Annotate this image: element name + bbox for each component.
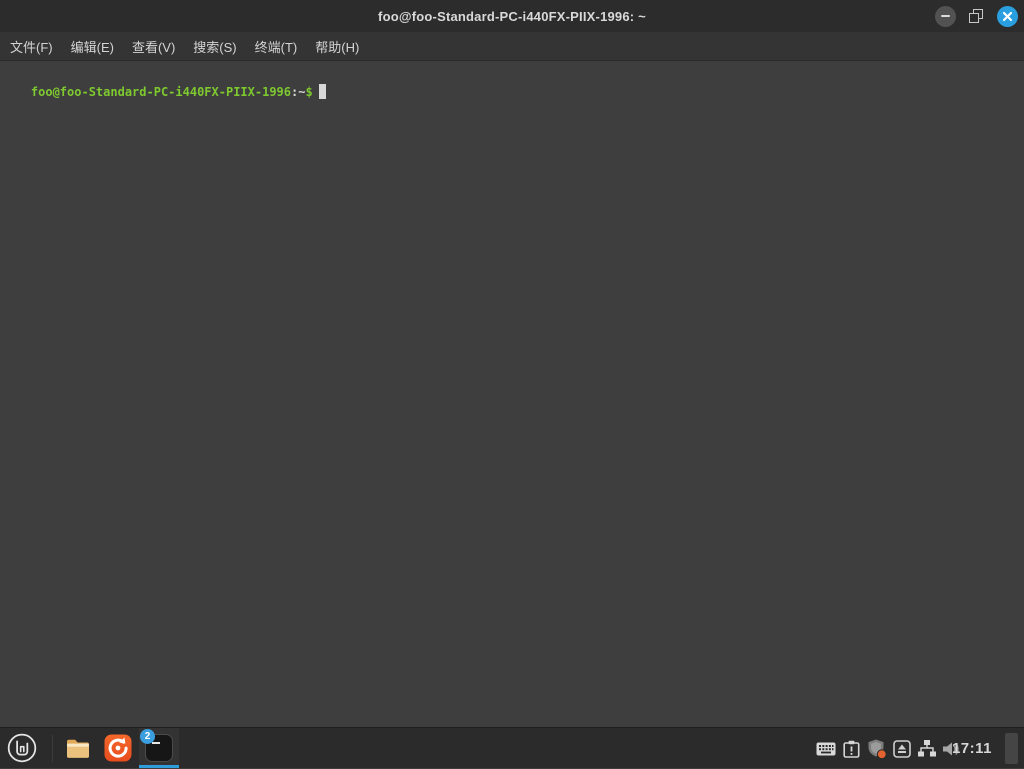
- window-title: foo@foo-Standard-PC-i440FX-PIIX-1996: ~: [378, 9, 646, 24]
- prompt-user-host: foo@foo-Standard-PC-i440FX-PIIX-1996: [31, 85, 291, 99]
- minimize-button[interactable]: [935, 6, 956, 27]
- panel-separator: [52, 735, 53, 762]
- file-manager-launcher[interactable]: [63, 733, 93, 763]
- shield-status-icon: [866, 738, 888, 760]
- updater-launcher[interactable]: [103, 733, 133, 763]
- taskbar-window-terminal[interactable]: 2: [139, 728, 179, 768]
- refresh-arrow-icon: [103, 733, 133, 763]
- window-controls: [935, 0, 1018, 32]
- close-button[interactable]: [997, 6, 1018, 27]
- network-tray[interactable]: [917, 728, 937, 769]
- maximize-button[interactable]: [966, 6, 987, 27]
- folder-icon: [63, 733, 93, 763]
- clock[interactable]: 17:11: [952, 728, 992, 769]
- menu-file[interactable]: 文件(F): [1, 32, 62, 61]
- terminal-cursor-glyph: [152, 742, 160, 744]
- restore-icon: [969, 9, 984, 24]
- network-wired-icon: [917, 739, 937, 758]
- minimize-icon: [941, 15, 950, 17]
- titlebar[interactable]: foo@foo-Standard-PC-i440FX-PIIX-1996: ~: [0, 0, 1024, 32]
- menu-terminal[interactable]: 终端(T): [246, 32, 307, 61]
- show-desktop-button[interactable]: [1005, 733, 1018, 764]
- eject-icon: [893, 740, 911, 758]
- mint-menu-button[interactable]: [5, 731, 39, 765]
- update-manager-tray[interactable]: [843, 728, 860, 769]
- firewall-status-tray[interactable]: [866, 728, 888, 769]
- menu-help[interactable]: 帮助(H): [306, 32, 368, 61]
- terminal-screen[interactable]: foo@foo-Standard-PC-i440FX-PIIX-1996:~$: [0, 61, 1024, 727]
- keyboard-layout-tray[interactable]: [816, 728, 836, 769]
- menu-view[interactable]: 查看(V): [123, 32, 184, 61]
- menu-edit[interactable]: 编辑(E): [62, 32, 123, 61]
- text-cursor: [319, 84, 326, 99]
- prompt-symbol: $: [305, 85, 312, 99]
- clipboard-alert-icon: [843, 740, 860, 758]
- window-count-badge: 2: [140, 729, 155, 744]
- taskbar-panel: 2: [0, 727, 1024, 768]
- menu-search[interactable]: 搜索(S): [184, 32, 245, 61]
- keyboard-icon: [816, 742, 836, 756]
- removable-media-tray[interactable]: [893, 728, 911, 769]
- linuxmint-logo-icon: [6, 732, 38, 764]
- close-icon: [1002, 11, 1013, 22]
- shell-prompt: foo@foo-Standard-PC-i440FX-PIIX-1996:~$: [2, 67, 1022, 118]
- menubar: 文件(F) 编辑(E) 查看(V) 搜索(S) 终端(T) 帮助(H): [0, 32, 1024, 61]
